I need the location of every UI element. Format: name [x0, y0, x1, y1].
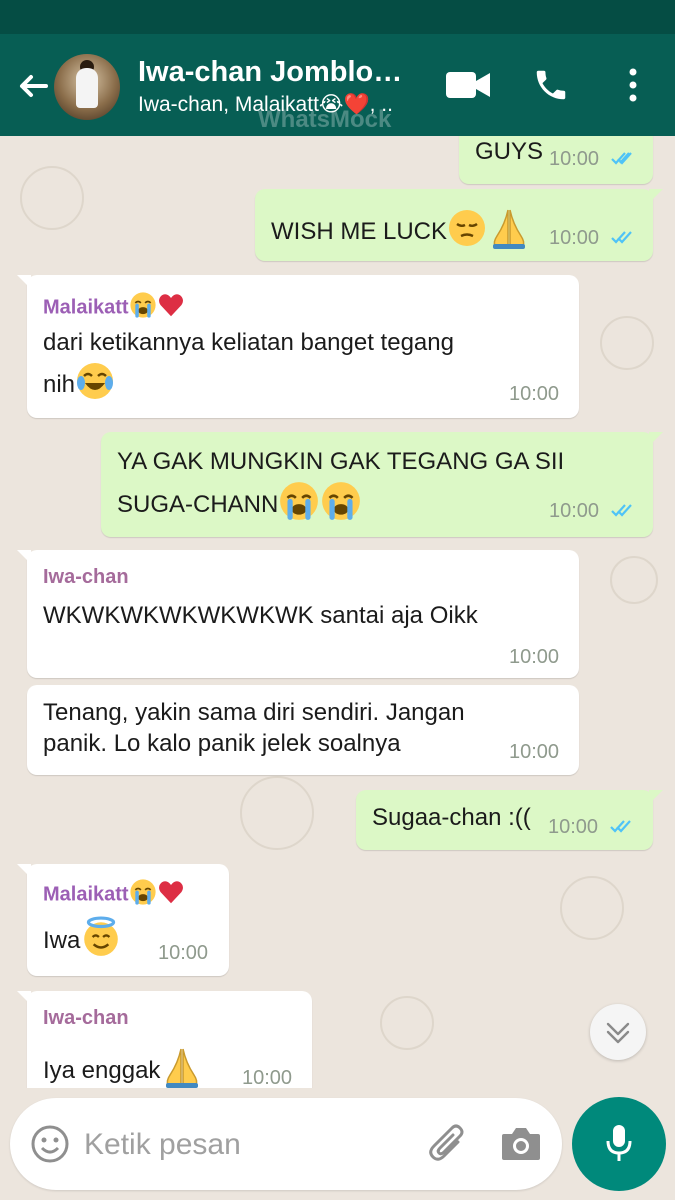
red-heart-icon: [157, 291, 185, 325]
message-bubble-outgoing[interactable]: YA GAK MUNGKIN GAK TEGANG GA SII SUGA-CH…: [101, 432, 663, 537]
message-input[interactable]: Ketik pesan: [84, 1128, 241, 1162]
message-list[interactable]: GUYS 10:00 WISH ME LUCK 10:00 Malaikatt …: [0, 136, 675, 1088]
message-bubble-incoming[interactable]: Tenang, yakin sama diri sendiri. Jangan …: [27, 685, 579, 775]
message-text: WKWKWKWKWKWKWK santai aja Oikk: [43, 602, 478, 629]
back-arrow-icon[interactable]: [12, 66, 52, 106]
sender-name: Malaikatt: [43, 296, 129, 319]
message-text-line: Tenang, yakin sama diri sendiri. Jangan: [43, 699, 465, 726]
scroll-down-icon: [590, 1022, 646, 1064]
phone-icon[interactable]: [532, 66, 570, 109]
read-ticks-icon: [611, 150, 639, 171]
message-text: Sugaa-chan :((: [372, 804, 531, 831]
sender-name: Malaikatt: [43, 883, 129, 906]
message-text-line: YA GAK MUNGKIN GAK TEGANG GA SII: [117, 448, 565, 475]
message-time: 10:00: [548, 816, 599, 838]
message-text: GUYS: [475, 138, 544, 165]
message-time: 10:00: [549, 148, 600, 170]
status-bar: [0, 0, 675, 34]
message-time: 10:00: [549, 227, 600, 249]
loudly-crying-face-icon: [278, 480, 320, 531]
read-ticks-icon: [611, 502, 639, 523]
message-time: 10:00: [158, 942, 209, 964]
face-with-tears-of-joy-icon: [75, 361, 115, 410]
watermark: WhatsMock: [258, 106, 392, 133]
video-call-icon[interactable]: [444, 68, 492, 107]
attach-icon[interactable]: [428, 1122, 468, 1171]
read-ticks-icon: [611, 229, 639, 250]
voice-record-button[interactable]: [572, 1097, 666, 1191]
message-time: 10:00: [549, 500, 600, 522]
message-time: 10:00: [509, 741, 560, 763]
read-ticks-icon: [610, 818, 638, 839]
message-bubble-outgoing[interactable]: GUYS 10:00: [459, 136, 653, 184]
message-text-line: nih: [43, 370, 76, 398]
message-input-bar: Ketik pesan: [10, 1098, 562, 1190]
sender-name: Iwa-chan: [43, 1007, 129, 1029]
pensive-face-icon: [447, 208, 487, 257]
folded-hands-icon: [487, 206, 531, 259]
message-time: 10:00: [242, 1067, 293, 1088]
chat-title[interactable]: Iwa-chan Jomblo…: [138, 56, 402, 89]
message-bubble-incoming[interactable]: Iwa-chan Iya enggak 10:00: [17, 991, 312, 1088]
message-bubble-incoming[interactable]: Malaikatt Iwa 10:00: [17, 864, 229, 976]
scroll-down-button[interactable]: [590, 1004, 646, 1060]
emoji-icon[interactable]: [30, 1124, 70, 1169]
message-bubble-outgoing[interactable]: Sugaa-chan :(( 10:00: [356, 790, 663, 850]
message-text-line: panik. Lo kalo panik jelek soalnya: [43, 730, 401, 757]
message-bubble-incoming[interactable]: Malaikatt dari ketikannya keliatan bange…: [17, 275, 579, 418]
message-text: WISH ME LUCK: [271, 217, 448, 245]
loudly-crying-face-icon: [320, 480, 362, 531]
message-time: 10:00: [509, 646, 560, 668]
red-heart-icon: [157, 878, 185, 912]
message-text: Iya enggak: [43, 1056, 161, 1084]
mic-icon: [605, 1123, 633, 1170]
message-text-line: dari ketikannya keliatan banget tegang: [43, 329, 454, 356]
message-text-line: SUGA-CHANN: [117, 490, 279, 518]
loudly-crying-face-icon: [129, 878, 157, 912]
camera-icon[interactable]: [500, 1124, 542, 1169]
smiling-face-with-halo-icon: [80, 916, 122, 967]
message-bubble-outgoing[interactable]: WISH ME LUCK 10:00: [255, 189, 663, 261]
sender-name: Iwa-chan: [43, 566, 129, 588]
loudly-crying-face-icon: [129, 291, 157, 325]
message-time: 10:00: [509, 383, 560, 405]
message-text: Iwa: [43, 926, 81, 954]
chat-header: Iwa-chan Jomblo… Iwa-chan, Malaikatt😭❤️,…: [0, 34, 675, 136]
message-bubble-incoming[interactable]: Iwa-chan WKWKWKWKWKWKWK santai aja Oikk …: [17, 550, 579, 678]
folded-hands-icon: [160, 1045, 204, 1088]
more-vert-icon[interactable]: [624, 66, 642, 109]
avatar[interactable]: [54, 54, 120, 120]
